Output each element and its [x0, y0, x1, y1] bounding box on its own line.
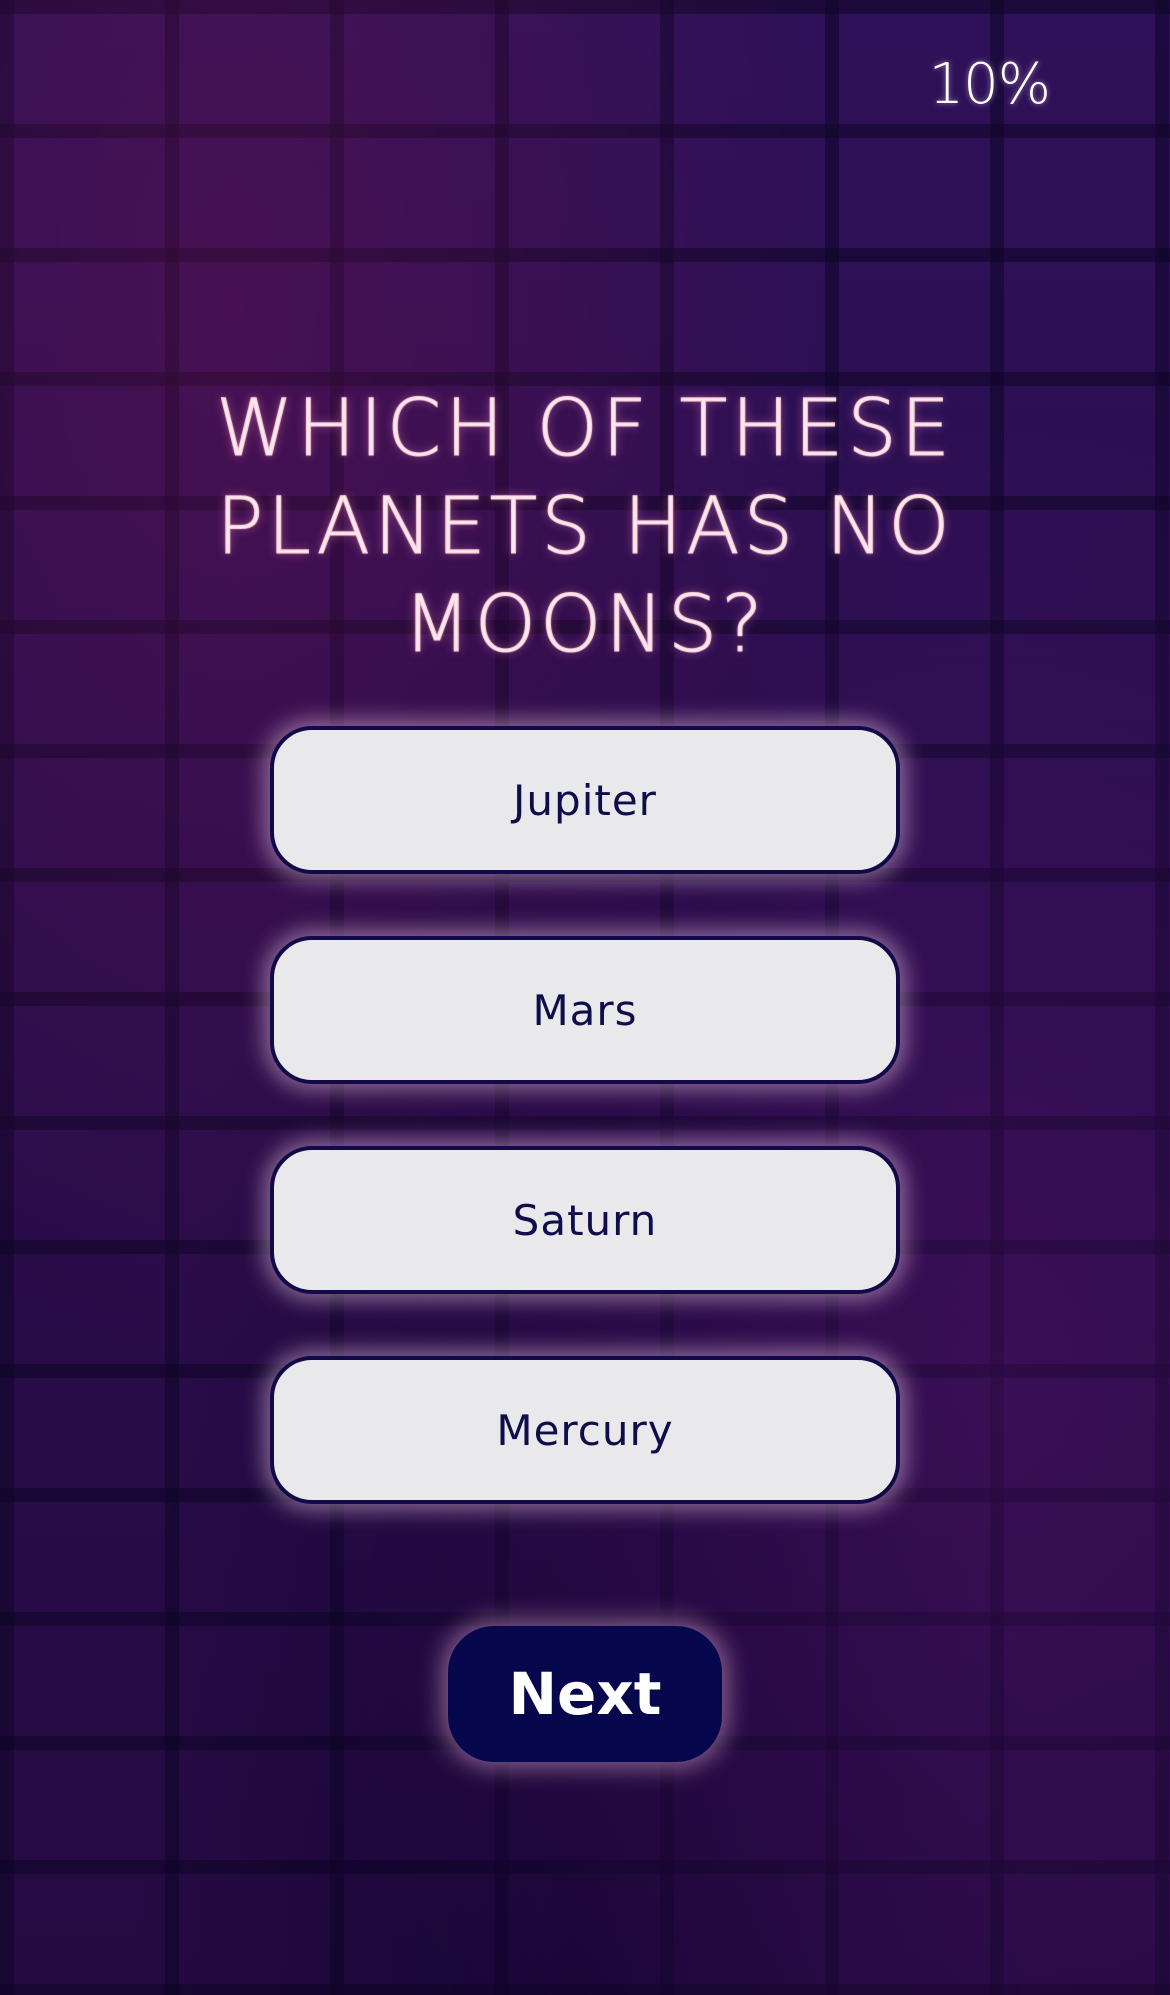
answer-option-jupiter[interactable]: Jupiter: [270, 726, 900, 874]
answer-list: Jupiter Mars Saturn Mercury: [270, 726, 900, 1566]
answer-option-mars[interactable]: Mars: [270, 936, 900, 1084]
question-text: WHICH OF THESE PLANETS HAS NO MOONS?: [215, 384, 955, 671]
progress-percent: 10%: [928, 52, 1051, 117]
next-button[interactable]: Next: [448, 1626, 722, 1762]
answer-option-mercury[interactable]: Mercury: [270, 1356, 900, 1504]
answer-option-saturn[interactable]: Saturn: [270, 1146, 900, 1294]
